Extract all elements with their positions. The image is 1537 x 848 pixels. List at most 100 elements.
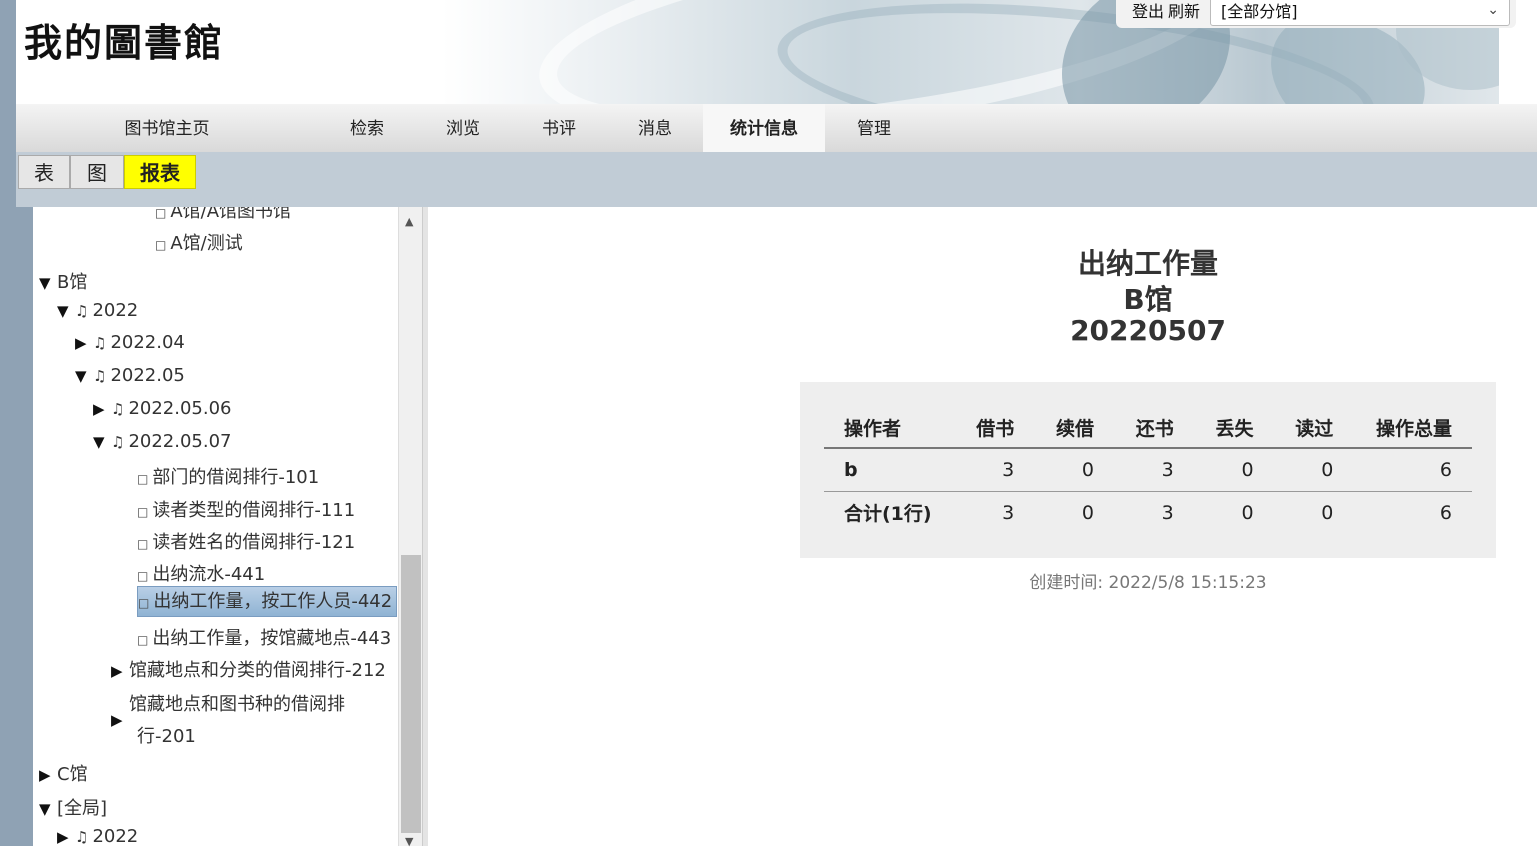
site-logo: 我的圖書館: [24, 20, 225, 65]
column-header: 还书: [1114, 408, 1194, 449]
table-cell: 合计(1行): [844, 503, 932, 526]
table-cell: 0: [1034, 448, 1114, 492]
scroll-up-arrow-icon[interactable]: ▲: [405, 215, 413, 228]
table-cell: 6: [1439, 501, 1452, 524]
leaf-icon: □: [137, 537, 149, 551]
column-header: 丢失: [1193, 408, 1274, 449]
folder-note-icon: ♫: [93, 367, 107, 385]
nav-statistics[interactable]: 统计信息: [703, 104, 825, 152]
tree-item[interactable]: ▶ 馆藏地点和分类的借阅排行-212: [111, 656, 386, 682]
folder-note-icon: ♫: [111, 400, 125, 418]
leaf-icon: □: [155, 238, 167, 252]
tree-item[interactable]: ▶ ♫ 2022: [57, 826, 138, 846]
tree-item[interactable]: ▶ ♫ 2022.05.06: [93, 398, 232, 419]
report-table-container: 操作者 借书 续借 还书 丢失 读过 操作总量 b 3 0 3 0 0 6 合计…: [800, 382, 1496, 558]
table-row: b 3 0 3 0 0 6: [824, 448, 1472, 492]
table-cell: 0: [1081, 501, 1094, 524]
tree-item[interactable]: ▶ C馆: [39, 760, 88, 786]
tree-item[interactable]: □ A馆/A馆图书馆: [155, 207, 291, 223]
left-edge-bar: [0, 0, 16, 846]
report-title: 出纳工作量: [1077, 247, 1218, 280]
scroll-thumb[interactable]: [401, 555, 421, 833]
tree-item[interactable]: □ 读者类型的借阅排行-111: [137, 496, 355, 522]
scroll-down-arrow-icon[interactable]: ▼: [405, 835, 413, 848]
tab-chart[interactable]: 图: [70, 155, 124, 189]
sub-tab-bar: 表 图 报表: [16, 152, 1537, 207]
tree-item[interactable]: □ 出纳工作量，按馆藏地点-443: [137, 624, 391, 650]
tree-item[interactable]: ▼ [全局]: [39, 794, 107, 820]
leaf-icon: □: [138, 596, 150, 610]
column-header: 操作者: [824, 408, 955, 449]
leaf-icon: □: [155, 207, 167, 220]
collapsed-triangle-icon: ▶: [57, 828, 69, 846]
collapsed-triangle-icon: ▶: [75, 334, 87, 352]
logout-link[interactable]: 登出: [1132, 0, 1164, 22]
tree-item-continuation[interactable]: 行-201: [137, 722, 196, 748]
report-tree: □ A馆/A馆图书馆 □ A馆/测试 ▼ B馆 ▼ ♫ 2022 ▶ ♫ 2022.04 ▼ ♫…: [16, 207, 426, 846]
table-cell: 0: [1241, 501, 1254, 524]
report-branch: B馆: [1123, 283, 1173, 316]
table-header-row: 操作者 借书 续借 还书 丢失 读过 操作总量: [824, 408, 1472, 449]
tree-item[interactable]: ▶馆藏地点和图书种的借阅排: [111, 690, 345, 729]
column-header: 借书: [954, 408, 1035, 449]
nav-home[interactable]: 图书馆主页: [106, 104, 228, 152]
collapsed-triangle-icon: ▶: [93, 400, 105, 418]
report-table: 操作者 借书 续借 还书 丢失 读过 操作总量 b 3 0 3 0 0 6 合计…: [824, 408, 1472, 534]
table-cell: 0: [1321, 501, 1334, 524]
table-cell: 3: [1161, 501, 1174, 524]
tab-report[interactable]: 报表: [124, 155, 196, 189]
table-cell: 6: [1353, 448, 1472, 492]
tree-item[interactable]: ▼ ♫ 2022: [57, 300, 138, 321]
folder-note-icon: ♫: [111, 433, 125, 451]
tree-item[interactable]: □ 出纳流水-441: [137, 560, 265, 586]
tree-item[interactable]: □ A馆/测试: [155, 229, 243, 255]
expanded-triangle-icon: ▼: [39, 800, 51, 818]
collapsed-triangle-icon: ▶: [111, 662, 123, 680]
column-header: 读过: [1273, 408, 1354, 449]
table-cell: 3: [1114, 448, 1194, 492]
column-header: 操作总量: [1353, 408, 1472, 449]
leaf-icon: □: [137, 472, 149, 486]
collapsed-triangle-icon: ▶: [39, 766, 51, 784]
expanded-triangle-icon: ▼: [57, 302, 69, 320]
tree-item[interactable]: □ 部门的借阅排行-101: [137, 463, 319, 489]
expanded-triangle-icon: ▼: [39, 274, 51, 292]
tree-item-selected[interactable]: □ 出纳工作量，按工作人员-442: [137, 586, 397, 617]
main-nav: 图书馆主页 检索 浏览 书评 消息 统计信息 管理: [16, 104, 1537, 152]
nav-review[interactable]: 书评: [524, 104, 594, 152]
nav-admin[interactable]: 管理: [839, 104, 909, 152]
tree-item[interactable]: ▼ B馆: [39, 268, 87, 294]
tree-item[interactable]: ▶ ♫ 2022.04: [75, 332, 185, 353]
collapsed-triangle-icon: ▶: [111, 711, 123, 729]
tree-item[interactable]: ▼ ♫ 2022.05: [75, 365, 185, 386]
table-cell: 0: [1193, 448, 1274, 492]
column-header: 续借: [1034, 408, 1114, 449]
leaf-icon: □: [137, 569, 149, 583]
tab-table[interactable]: 表: [18, 155, 70, 189]
tree-scrollbar[interactable]: ▲ ▼: [398, 207, 422, 848]
expanded-triangle-icon: ▼: [93, 433, 105, 451]
nav-search[interactable]: 检索: [332, 104, 402, 152]
report-date: 20220507: [1070, 314, 1226, 347]
panel-splitter[interactable]: [422, 207, 428, 846]
leaf-icon: □: [137, 505, 149, 519]
refresh-link[interactable]: 刷新: [1168, 0, 1200, 22]
login-area: 登出 刷新 [全部分馆] ⌄: [1116, 0, 1517, 28]
chevron-down-icon: ⌄: [1487, 2, 1500, 18]
table-total-row: 合计(1行) 3 0 3 0 0 6: [824, 491, 1472, 534]
tree-item[interactable]: ▼ ♫ 2022.05.07: [93, 431, 232, 452]
nav-browse[interactable]: 浏览: [428, 104, 498, 152]
branch-select[interactable]: [全部分馆] ⌄: [1210, 0, 1511, 26]
table-cell: 0: [1273, 448, 1354, 492]
folder-note-icon: ♫: [75, 828, 89, 846]
tree-item[interactable]: □ 读者姓名的借阅排行-121: [137, 528, 355, 554]
folder-note-icon: ♫: [93, 334, 107, 352]
folder-note-icon: ♫: [75, 302, 89, 320]
expanded-triangle-icon: ▼: [75, 367, 87, 385]
leaf-icon: □: [137, 633, 149, 647]
nav-messages[interactable]: 消息: [620, 104, 690, 152]
header-banner: 我的圖書館 登出 刷新 [全部分馆] ⌄: [16, 0, 1537, 104]
created-timestamp: 创建时间: 2022/5/8 15:15:23: [1029, 573, 1267, 593]
table-cell: b: [824, 448, 955, 492]
table-cell: 3: [954, 448, 1035, 492]
